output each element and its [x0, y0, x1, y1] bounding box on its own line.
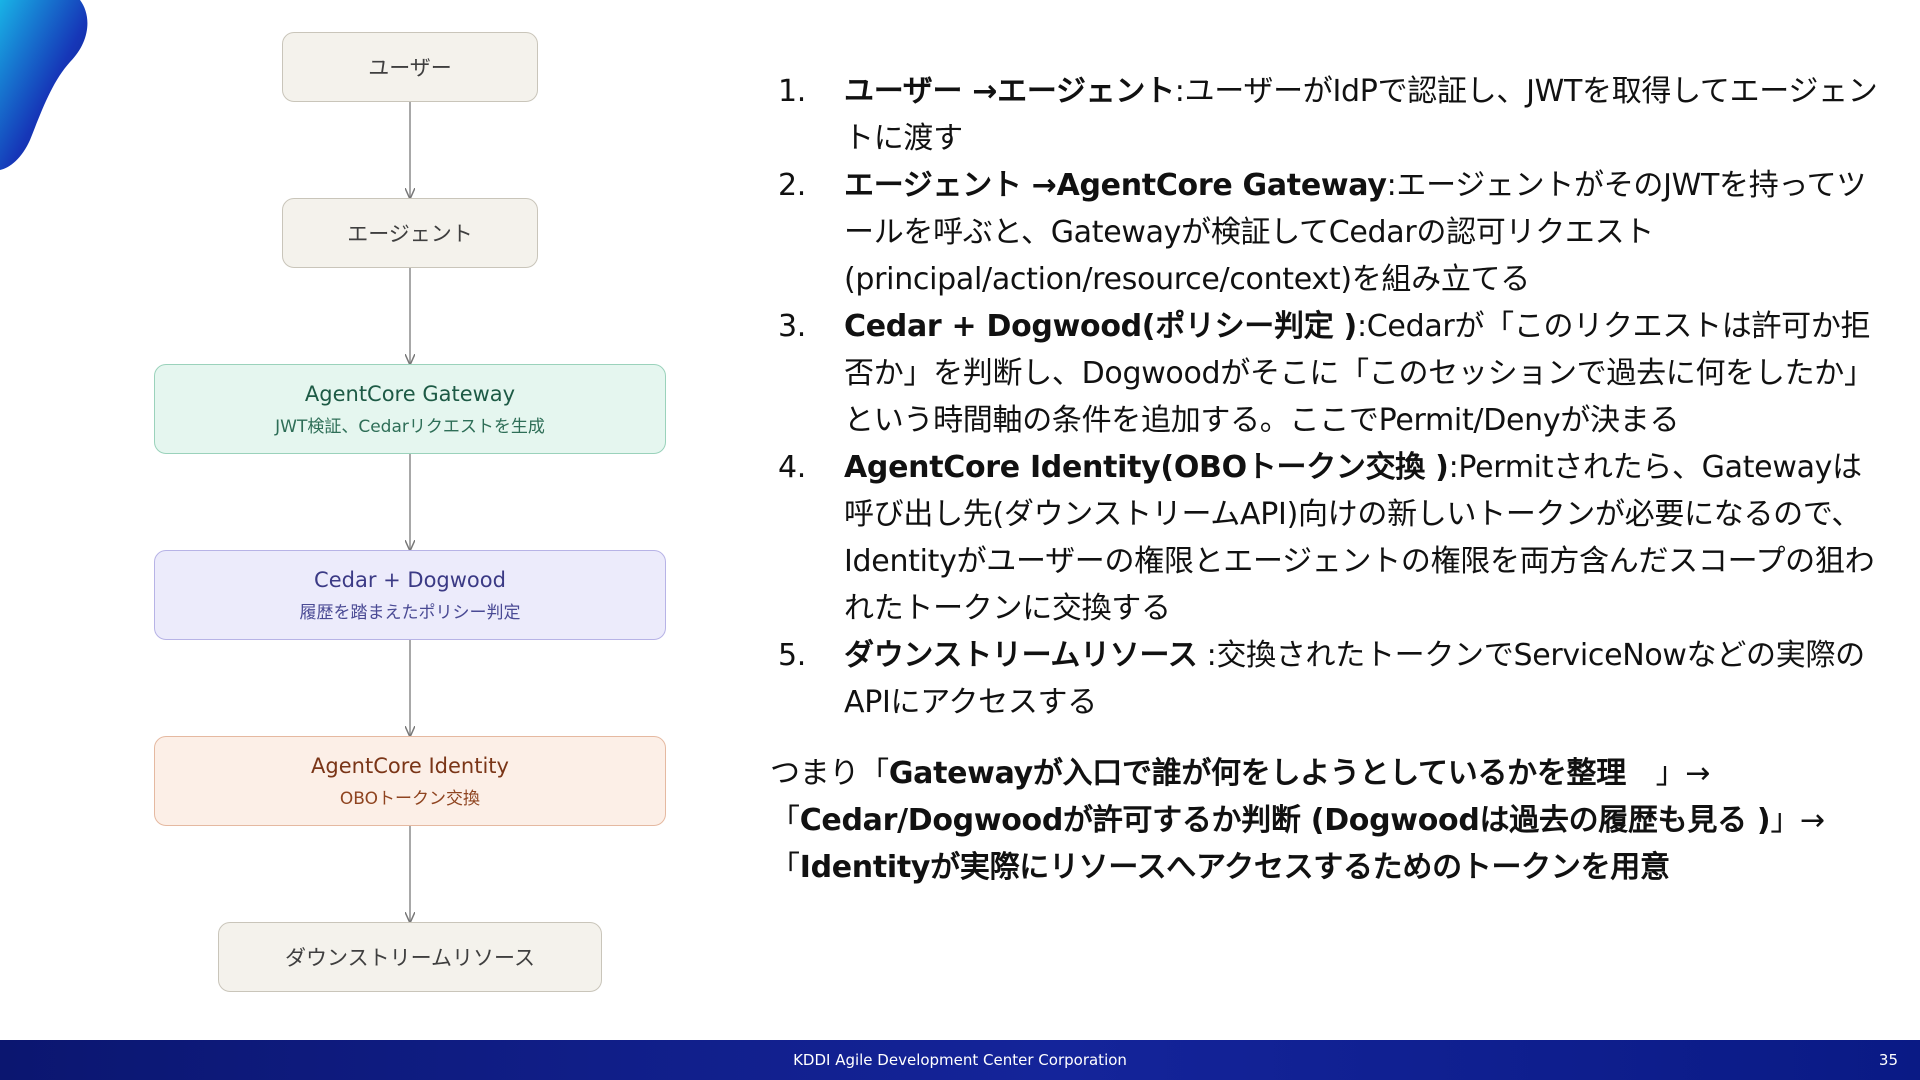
- summary-line-1: つまり「Gatewayが入口で誰が何をしようとしているかを整理 」→: [770, 750, 1890, 797]
- summary-prefix: 「: [770, 803, 800, 838]
- footer-company: KDDI Agile Development Center Corporatio…: [793, 1051, 1127, 1069]
- summary-suffix: 」→: [1770, 803, 1825, 838]
- step-heading: AgentCore Identity(OBOトークン交換 ): [844, 450, 1449, 485]
- summary-emphasis: Identityが実際にリソースへアクセスするためのトークンを用意: [799, 850, 1670, 885]
- node-identity-subtitle: OBOトークン交換: [339, 788, 481, 809]
- node-agentcore-identity: AgentCore Identity OBOトークン交換: [154, 736, 666, 826]
- summary-line-3: 「Identityが実際にリソースへアクセスするためのトークンを用意: [770, 844, 1890, 891]
- node-agentcore-gateway: AgentCore Gateway JWT検証、Cedarリクエストを生成: [154, 364, 666, 454]
- node-agent: エージェント: [282, 198, 538, 268]
- summary-prefix: 「: [770, 850, 800, 885]
- summary-emphasis: Gatewayが入口で誰が何をしようとしているかを整理: [888, 756, 1626, 791]
- step-heading: Cedar + Dogwood(ポリシー判定 ): [844, 309, 1357, 344]
- step-number: 2.: [778, 168, 807, 203]
- steps-list: 1. ユーザー →エージェント:ユーザーがIdPで認証し、JWTを取得してエージェ…: [776, 68, 1886, 726]
- step-heading: ダウンストリームリソース: [844, 638, 1198, 673]
- step-number: 5.: [778, 638, 807, 673]
- node-cedar-title: Cedar + Dogwood: [314, 567, 506, 592]
- footer-bar: KDDI Agile Development Center Corporatio…: [0, 1040, 1920, 1080]
- summary-prefix: つまり「: [770, 756, 889, 791]
- step-item: 4. AgentCore Identity(OBOトークン交換 ):Permitさ…: [776, 444, 1886, 632]
- flow-arrows: [0, 102, 760, 1040]
- summary-suffix: 」→: [1625, 756, 1711, 791]
- node-gateway-subtitle: JWT検証、Cedarリクエストを生成: [275, 416, 545, 437]
- node-agent-title: エージェント: [347, 222, 473, 246]
- node-gateway-title: AgentCore Gateway: [304, 381, 516, 406]
- step-number: 3.: [778, 309, 807, 344]
- step-number: 1.: [778, 74, 807, 109]
- node-user-title: ユーザー: [368, 56, 452, 80]
- step-item: 2. エージェント →AgentCore Gateway:エージェントがそのJWT…: [776, 162, 1886, 303]
- step-heading: ユーザー →エージェント: [844, 74, 1175, 109]
- summary-line-2: 「Cedar/Dogwoodが許可するか判断 (Dogwoodは過去の履歴も見る…: [770, 797, 1890, 844]
- step-item: 5. ダウンストリームリソース :交換されたトークンでServiceNowなどの実…: [776, 632, 1886, 726]
- step-item: 1. ユーザー →エージェント:ユーザーがIdPで認証し、JWTを取得してエージェ…: [776, 68, 1886, 162]
- node-downstream-resource: ダウンストリームリソース: [218, 922, 602, 992]
- node-cedar-subtitle: 履歴を踏まえたポリシー判定: [299, 602, 521, 623]
- step-number: 4.: [778, 450, 807, 485]
- node-cedar-dogwood: Cedar + Dogwood 履歴を踏まえたポリシー判定: [154, 550, 666, 640]
- step-item: 3. Cedar + Dogwood(ポリシー判定 ):Cedarが「このリクエス…: [776, 303, 1886, 444]
- flow-diagram: ユーザー エージェント AgentCore Gateway JWT検証、Ceda…: [0, 0, 760, 1040]
- node-identity-title: AgentCore Identity: [311, 753, 509, 778]
- step-heading: エージェント →AgentCore Gateway: [844, 168, 1387, 203]
- node-user: ユーザー: [282, 32, 538, 102]
- summary-text: つまり「Gatewayが入口で誰が何をしようとしているかを整理 」→ 「Ceda…: [770, 750, 1890, 891]
- page-number: 35: [1878, 1051, 1898, 1069]
- summary-emphasis: Cedar/Dogwoodが許可するか判断 (Dogwoodは過去の履歴も見る …: [799, 803, 1771, 838]
- node-downstream-title: ダウンストリームリソース: [285, 946, 535, 970]
